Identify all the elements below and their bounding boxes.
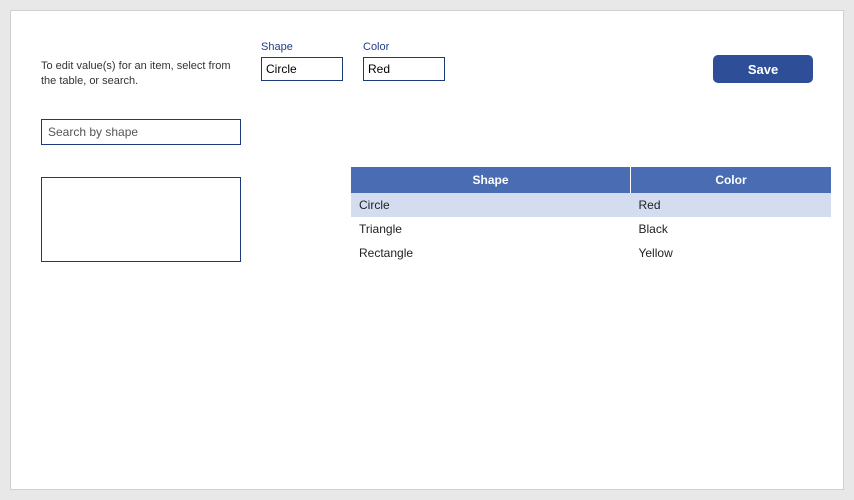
data-table: Shape Color CircleRedTriangleBlackRectan… xyxy=(351,167,831,265)
color-input[interactable] xyxy=(363,57,445,81)
search-results-box[interactable] xyxy=(41,177,241,262)
shape-field-group: Shape xyxy=(261,41,343,81)
col-header-color: Color xyxy=(630,167,831,193)
cell-color: Black xyxy=(630,217,831,241)
left-column xyxy=(41,119,241,262)
search-input[interactable] xyxy=(41,119,241,145)
top-row: To edit value(s) for an item, select fro… xyxy=(41,41,813,89)
cell-shape: Rectangle xyxy=(351,241,630,265)
color-label: Color xyxy=(363,41,445,53)
save-button[interactable]: Save xyxy=(713,55,813,83)
instructions-text: To edit value(s) for an item, select fro… xyxy=(41,41,241,89)
color-field-group: Color xyxy=(363,41,445,81)
table-row[interactable]: TriangleBlack xyxy=(351,217,831,241)
app-frame: To edit value(s) for an item, select fro… xyxy=(10,10,844,490)
lower-row: Shape Color CircleRedTriangleBlackRectan… xyxy=(41,119,813,265)
cell-color: Yellow xyxy=(630,241,831,265)
cell-color: Red xyxy=(630,193,831,217)
table-row[interactable]: CircleRed xyxy=(351,193,831,217)
data-table-wrap: Shape Color CircleRedTriangleBlackRectan… xyxy=(351,167,831,265)
cell-shape: Circle xyxy=(351,193,630,217)
shape-input[interactable] xyxy=(261,57,343,81)
cell-shape: Triangle xyxy=(351,217,630,241)
table-header-row: Shape Color xyxy=(351,167,831,193)
table-body: CircleRedTriangleBlackRectangleYellow xyxy=(351,193,831,265)
col-header-shape: Shape xyxy=(351,167,630,193)
shape-label: Shape xyxy=(261,41,343,53)
table-row[interactable]: RectangleYellow xyxy=(351,241,831,265)
